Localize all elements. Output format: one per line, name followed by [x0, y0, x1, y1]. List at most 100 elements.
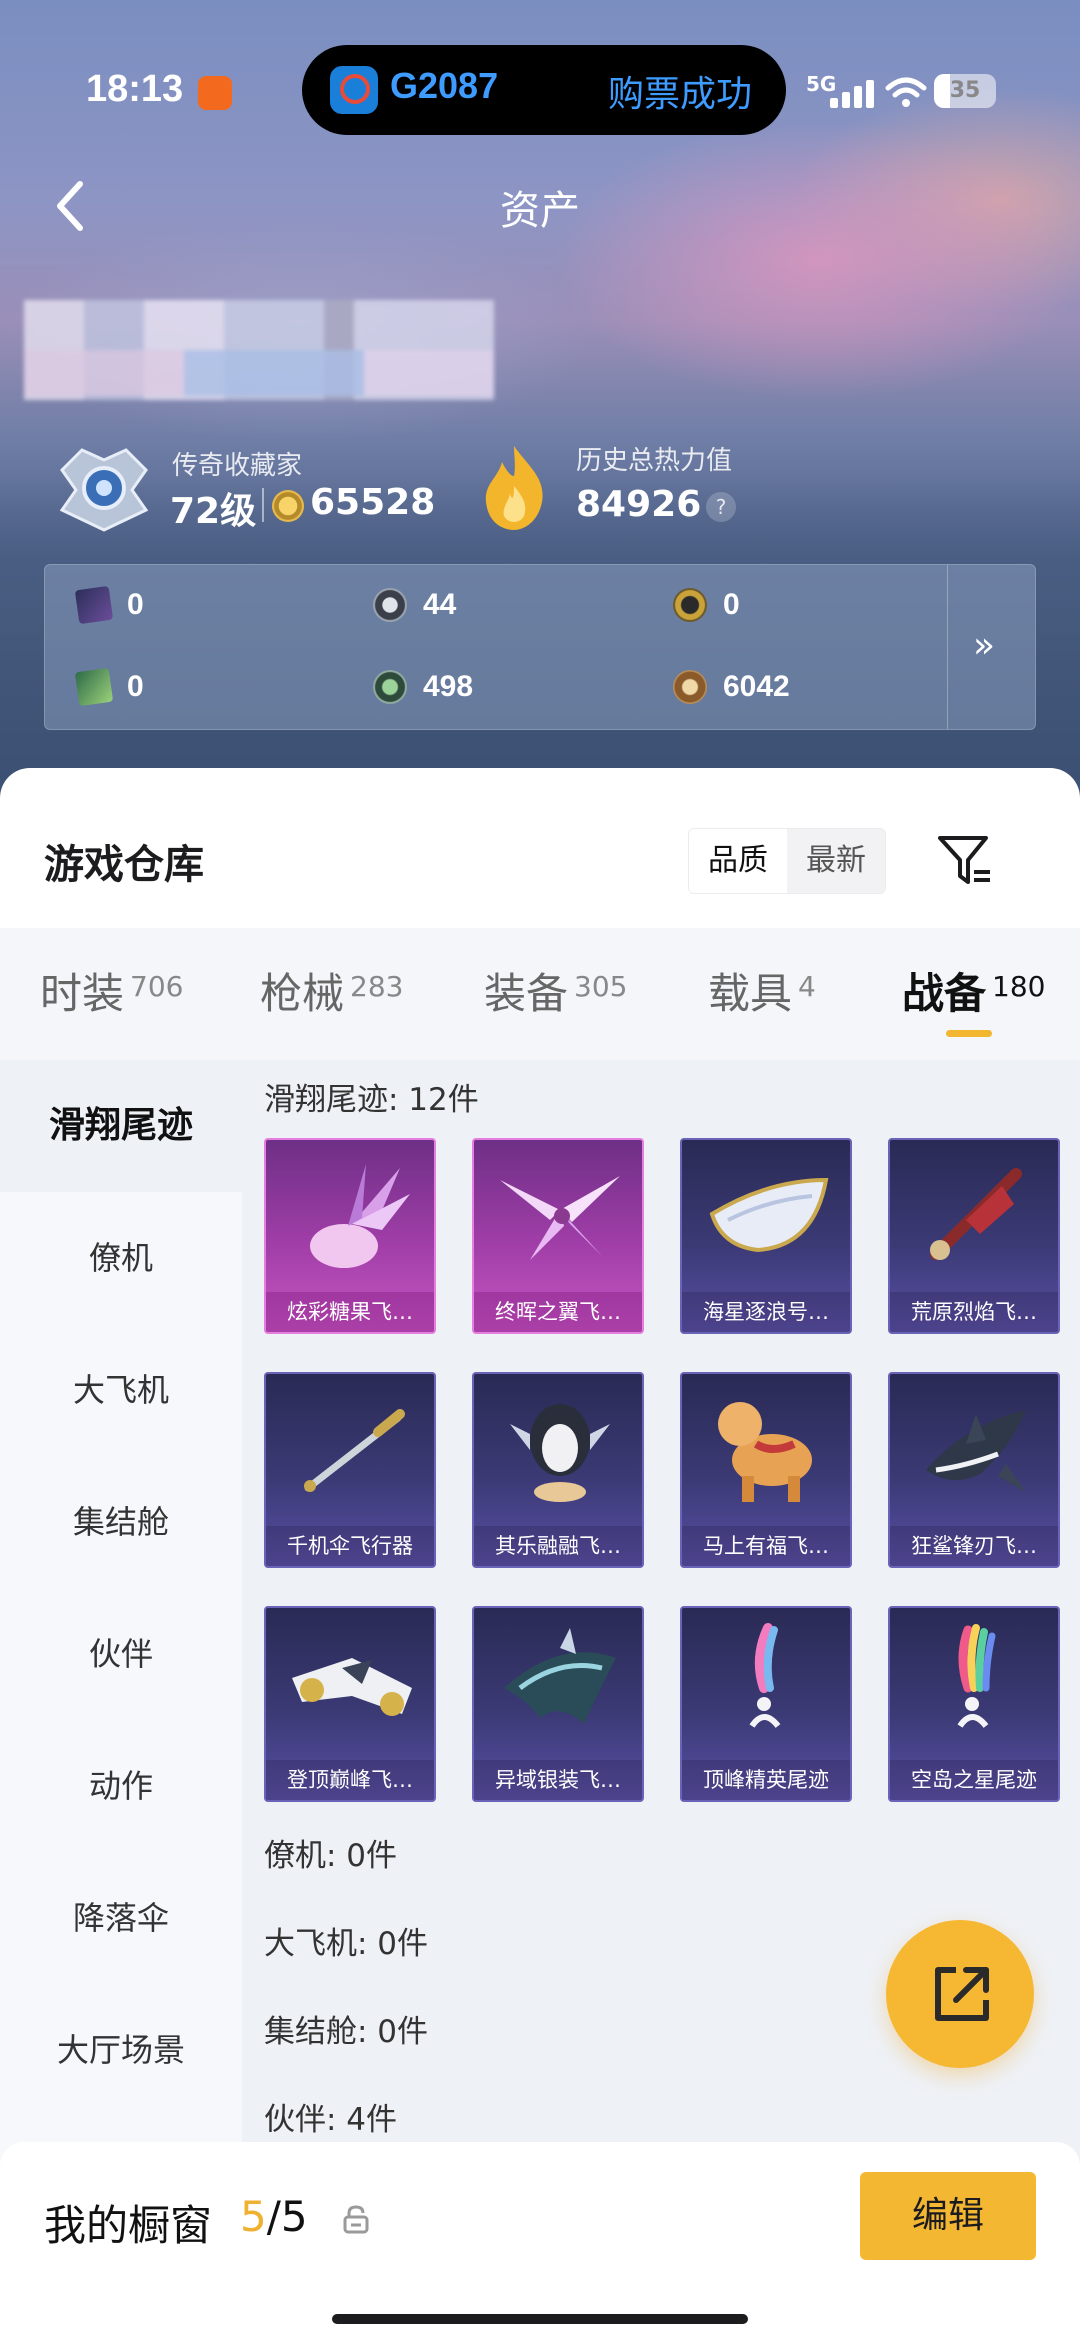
item-name: 千机伞飞行器 [266, 1526, 434, 1566]
blurred-username [24, 300, 494, 400]
boat-glider-icon [709, 1177, 829, 1253]
item-card[interactable]: 终晖之翼飞… [472, 1138, 644, 1334]
tab-vehicles[interactable]: 载具 4 [708, 960, 816, 1020]
share-icon [935, 1967, 989, 2021]
share-button[interactable] [886, 1920, 1034, 2068]
tab-count: 706 [130, 970, 184, 1003]
sort-quality-button[interactable]: 品质 [689, 829, 787, 893]
tab-count: 283 [350, 970, 404, 1003]
asset-item: 0 [74, 667, 144, 707]
section-header: 集结舱: 0件 [264, 2014, 429, 2050]
item-card[interactable]: 异域银装飞… [472, 1606, 644, 1802]
asset-item: 44 [373, 585, 456, 625]
tab-equipment[interactable]: 装备 305 [484, 960, 627, 1020]
tab-guns[interactable]: 枪械 283 [260, 960, 403, 1020]
rank-title: 传奇收藏家 [172, 451, 303, 481]
warehouse-card: 游戏仓库 品质 最新 时装 706 枪械 283 装备 305 载具 4 战备 … [0, 768, 1080, 2339]
sidebar-item-parachute[interactable]: 降落伞 [0, 1852, 242, 1984]
item-card[interactable]: 千机伞飞行器 [264, 1372, 436, 1568]
status-time: 18:13 [86, 68, 184, 110]
rank-separator [262, 488, 264, 522]
lock-icon[interactable] [342, 2204, 370, 2234]
asset-item: 0 [673, 585, 740, 625]
shark-glider-icon [926, 1410, 1026, 1492]
asset-item: 498 [373, 667, 473, 707]
item-card[interactable]: 荒原烈焰飞… [888, 1138, 1060, 1334]
asset-item: 0 [74, 585, 144, 625]
warehouse-title: 游戏仓库 [44, 842, 204, 888]
railway-app-icon [330, 66, 378, 114]
edit-button[interactable]: 编辑 [860, 2172, 1036, 2260]
profile-header: 18:13 G2087 购票成功 5G 35 资产 传奇收藏家 72级 6552… [0, 0, 1080, 800]
item-card[interactable]: 空岛之星尾迹 [888, 1606, 1060, 1802]
item-card[interactable]: 海星逐浪号… [680, 1138, 852, 1334]
gold-ring-coin-icon [673, 588, 707, 622]
sort-latest-button[interactable]: 最新 [787, 829, 885, 893]
signal-bars-icon [830, 78, 876, 108]
sidebar-item-wingman[interactable]: 僚机 [0, 1192, 242, 1324]
battery-icon: 35 [934, 74, 996, 108]
item-name: 狂鲨锋刃飞… [890, 1526, 1058, 1566]
sidebar-item-lobby-scene[interactable]: 大厅场景 [0, 1984, 242, 2116]
tab-label: 时装 [40, 969, 125, 1018]
sidebar-item-glide-trail[interactable]: 滑翔尾迹 [0, 1060, 242, 1192]
tab-label: 装备 [484, 969, 569, 1018]
sort-toggle: 品质 最新 [688, 828, 886, 894]
double-chevron-right-icon[interactable]: » [973, 625, 995, 666]
nav-bar: 资产 [0, 160, 1080, 250]
item-card[interactable]: 其乐融融飞… [472, 1372, 644, 1568]
showcase-title: 我的橱窗 [44, 2201, 213, 2250]
section-header: 大飞机: 0件 [264, 1926, 429, 1962]
dynamic-island[interactable]: G2087 购票成功 [302, 45, 786, 135]
asset-value: 6042 [723, 670, 790, 703]
showcase-total: /5 [266, 2192, 308, 2241]
tab-label: 载具 [708, 969, 793, 1018]
section-header: 滑翔尾迹: 12件 [264, 1082, 479, 1118]
assets-divider [947, 565, 948, 729]
filter-icon[interactable] [936, 832, 994, 890]
star-trail-icon [957, 1624, 996, 1728]
tab-count: 4 [798, 970, 816, 1003]
asset-value: 0 [723, 588, 740, 621]
home-indicator[interactable] [332, 2314, 748, 2324]
help-icon[interactable]: ? [706, 492, 736, 522]
item-name: 炫彩糖果飞… [266, 1292, 434, 1332]
asset-value: 44 [423, 588, 457, 621]
item-card[interactable]: 登顶巅峰飞… [264, 1606, 436, 1802]
tab-combat-gear[interactable]: 战备 180 [902, 960, 1045, 1020]
asset-item: 6042 [673, 667, 790, 707]
item-name: 荒原烈焰飞… [890, 1292, 1058, 1332]
item-card[interactable]: 顶峰精英尾迹 [680, 1606, 852, 1802]
assets-panel[interactable]: 0 44 0 0 498 6042 » [44, 564, 1036, 730]
silver-coin-icon [373, 588, 407, 622]
item-card[interactable]: 炫彩糖果飞… [264, 1138, 436, 1334]
tab-count: 180 [992, 970, 1046, 1003]
item-name: 登顶巅峰飞… [266, 1760, 434, 1800]
item-name: 空岛之星尾迹 [890, 1760, 1058, 1800]
dark-card-icon [74, 585, 114, 625]
asset-value: 498 [423, 670, 474, 703]
asset-value: 0 [127, 588, 144, 621]
summit-glider-icon [292, 1658, 412, 1716]
sidebar-item-big-plane[interactable]: 大飞机 [0, 1324, 242, 1456]
train-number: G2087 [390, 65, 499, 106]
sidebar-item-assembly-pod[interactable]: 集结舱 [0, 1456, 242, 1588]
green-coin-icon [373, 670, 407, 704]
page-title: 资产 [500, 188, 580, 234]
item-name: 其乐融融飞… [474, 1526, 642, 1566]
status-bar: 18:13 G2087 购票成功 5G 35 [0, 20, 1080, 135]
tab-fashion[interactable]: 时装 706 [40, 960, 183, 1020]
item-card[interactable]: 马上有福飞… [680, 1372, 852, 1568]
sidebar-item-companion[interactable]: 伙伴 [0, 1588, 242, 1720]
item-name: 顶峰精英尾迹 [682, 1760, 850, 1800]
tab-label: 战备 [902, 969, 987, 1018]
exotic-glider-icon [504, 1628, 616, 1724]
elite-trail-icon [749, 1623, 781, 1728]
sidebar-item-emote[interactable]: 动作 [0, 1720, 242, 1852]
penguin-glider-icon [510, 1404, 610, 1502]
item-card[interactable]: 狂鲨锋刃飞… [888, 1372, 1060, 1568]
wing-glider-icon [500, 1176, 620, 1260]
bronze-coin-icon [673, 670, 707, 704]
umbrella-glider-icon [304, 1409, 405, 1492]
app-notification-icon [198, 76, 232, 110]
